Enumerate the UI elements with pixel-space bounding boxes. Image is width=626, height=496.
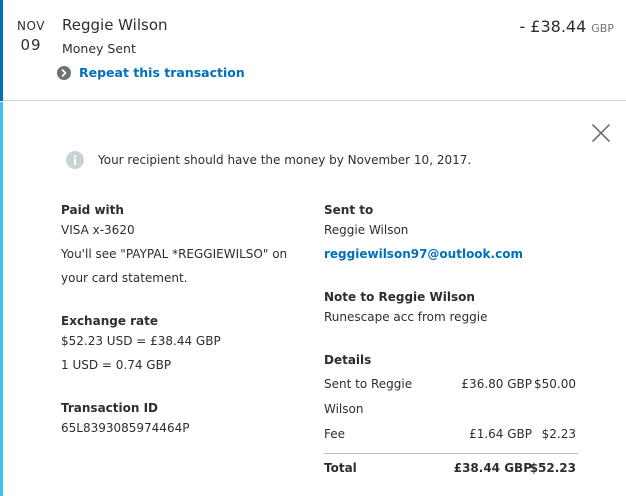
details-row-usd: $2.23 [541,427,576,441]
sent-to-label: Sent to [324,203,374,217]
recipient-email-link[interactable]: reggiewilson97@outlook.com [324,242,523,266]
delivery-notice: Your recipient should have the money by … [66,151,471,169]
details-label: Details [324,353,372,367]
date-day: 09 [20,36,42,54]
detail-accent-bar [0,102,3,496]
details-row-desc: Fee [324,427,346,441]
details-row-fee: Fee £1.64 GBP $2.23 [324,422,594,446]
details-row-total: Total £38.44 GBP $52.23 [324,456,594,480]
close-button[interactable] [590,122,612,144]
transaction-id-label: Transaction ID [61,401,159,415]
transaction-amount: - £38.44 GBP [519,17,614,36]
amount-value: - £38.44 [519,17,587,36]
details-row-usd: $50.00 [534,377,576,391]
delivery-notice-text: Your recipient should have the money by … [98,153,472,167]
exchange-rate-line1: $52.23 USD = £38.44 GBP [61,334,221,348]
close-icon [592,124,610,142]
paid-with-label: Paid with [61,203,124,217]
card-name: VISA x-3620 [61,223,135,237]
transaction-detail-panel: Your recipient should have the money by … [0,102,626,496]
note-label: Note to Reggie Wilson [324,290,475,304]
details-row-gbp: £36.80 GBP [461,377,532,391]
transaction-date: NOV 09 [14,19,48,56]
statement-note-line2: your card statement. [61,271,188,285]
details-section: Details Sent to Reggie Wilson £36.80 GBP… [324,352,594,475]
date-month: NOV [17,19,45,33]
statement-note-line1: You'll see "PAYPAL *REGGIEWILSO" on [61,247,288,261]
transaction-type: Money Sent [62,41,136,56]
details-row-gbp: £1.64 GBP [469,427,532,441]
summary-accent-bar [0,0,3,101]
sent-to-name: Reggie Wilson [324,223,409,237]
transaction-id-value: 65L8393085974464P [61,421,190,435]
exchange-rate-section: Exchange rate $52.23 USD = £38.44 GBP 1 … [61,313,221,377]
recipient-name: Reggie Wilson [62,16,168,34]
note-text: Runescape acc from reggie [324,310,488,324]
exchange-rate-label: Exchange rate [61,314,159,328]
amount-currency: GBP [591,22,614,35]
details-row-desc: Sent to Reggie [324,377,413,391]
paid-with-section: Paid with VISA x-3620 You'll see "PAYPAL… [61,202,287,290]
total-label: Total [324,461,357,475]
total-gbp: £38.44 GBP [453,461,532,475]
chevron-right-circle-icon [57,65,71,80]
repeat-transaction-label: Repeat this transaction [79,65,245,80]
exchange-rate-line2: 1 USD = 0.74 GBP [61,358,172,372]
transaction-id-section: Transaction ID 65L8393085974464P [61,400,189,440]
details-row-desc-cont: Wilson [324,402,364,416]
sent-to-section: Sent to Reggie Wilson reggiewilson97@out… [324,202,523,266]
details-divider [324,453,578,454]
transaction-summary-row[interactable]: NOV 09 Reggie Wilson Money Sent Repeat t… [0,0,626,101]
repeat-transaction-link[interactable]: Repeat this transaction [57,65,245,80]
details-row-sent: Sent to Reggie Wilson £36.80 GBP $50.00 [324,372,594,422]
note-section: Note to Reggie Wilson Runescape acc from… [324,289,488,329]
info-icon [66,151,84,169]
total-usd: $52.23 [529,461,576,475]
